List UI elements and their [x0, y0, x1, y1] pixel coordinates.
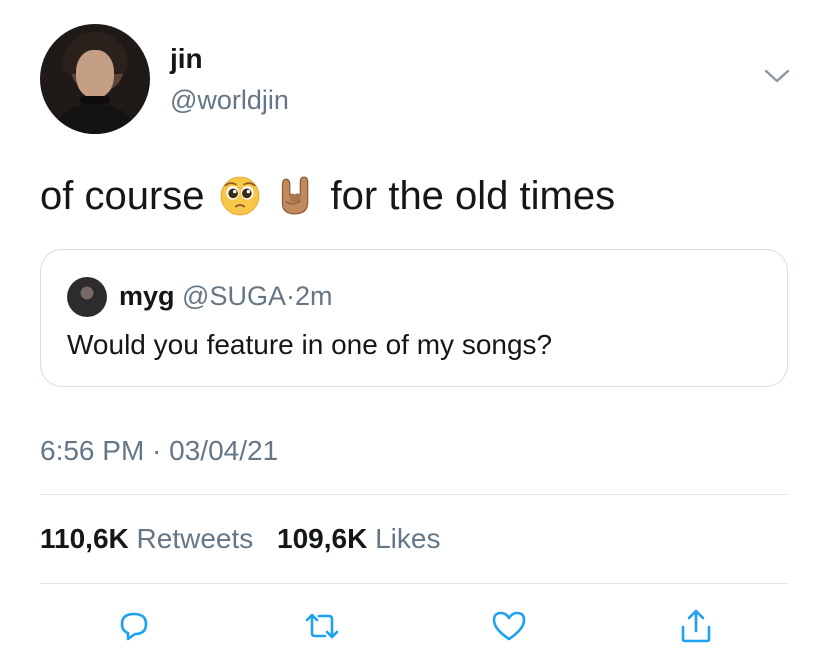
quoted-tweet-card[interactable]: myg @SUGA·2m Would you feature in one of… [40, 249, 788, 387]
share-icon [681, 609, 711, 643]
retweets-stat[interactable]: 110,6K Retweets [40, 523, 277, 554]
quoted-author-name: myg [119, 281, 175, 311]
share-button[interactable] [676, 606, 716, 646]
retweets-label: Retweets [136, 523, 254, 554]
like-button[interactable] [489, 606, 529, 646]
quoted-tweet-text: Would you feature in one of my songs? [67, 329, 553, 360]
likes-label: Likes [375, 523, 441, 554]
quoted-author-handle: @SUGA [182, 281, 286, 311]
quoted-time: 2m [294, 281, 333, 311]
chevron-down-icon[interactable] [762, 66, 792, 86]
author-avatar[interactable] [40, 24, 150, 134]
retweets-count: 110,6K [40, 523, 129, 554]
sign-of-the-horns-icon [281, 176, 308, 215]
tweet-stats: 110,6K Retweets 109,6K Likes [40, 522, 456, 556]
author-name[interactable]: jin [170, 42, 203, 76]
author-handle[interactable]: @worldjin [170, 84, 289, 116]
reply-icon [120, 612, 148, 641]
divider [40, 494, 788, 495]
tweet-text-before: of course [40, 174, 205, 218]
quoted-author-avatar [67, 277, 107, 317]
pleading-face-icon [220, 176, 259, 216]
tweet-text-after: for the old times [330, 174, 616, 218]
quoted-tweet-header: myg @SUGA·2m [119, 280, 333, 312]
quoted-separator: · [285, 281, 295, 311]
retweet-icon [305, 613, 339, 639]
reply-button[interactable] [114, 606, 154, 646]
heart-icon [492, 611, 526, 641]
tweet-timestamp[interactable]: 6:56 PM · 03/04/21 [40, 434, 278, 468]
tweet-text: of course for the old times [40, 172, 615, 220]
likes-count: 109,6K [277, 523, 368, 554]
divider [40, 583, 788, 584]
retweet-button[interactable] [302, 606, 342, 646]
likes-stat[interactable]: 109,6K Likes [277, 523, 456, 554]
